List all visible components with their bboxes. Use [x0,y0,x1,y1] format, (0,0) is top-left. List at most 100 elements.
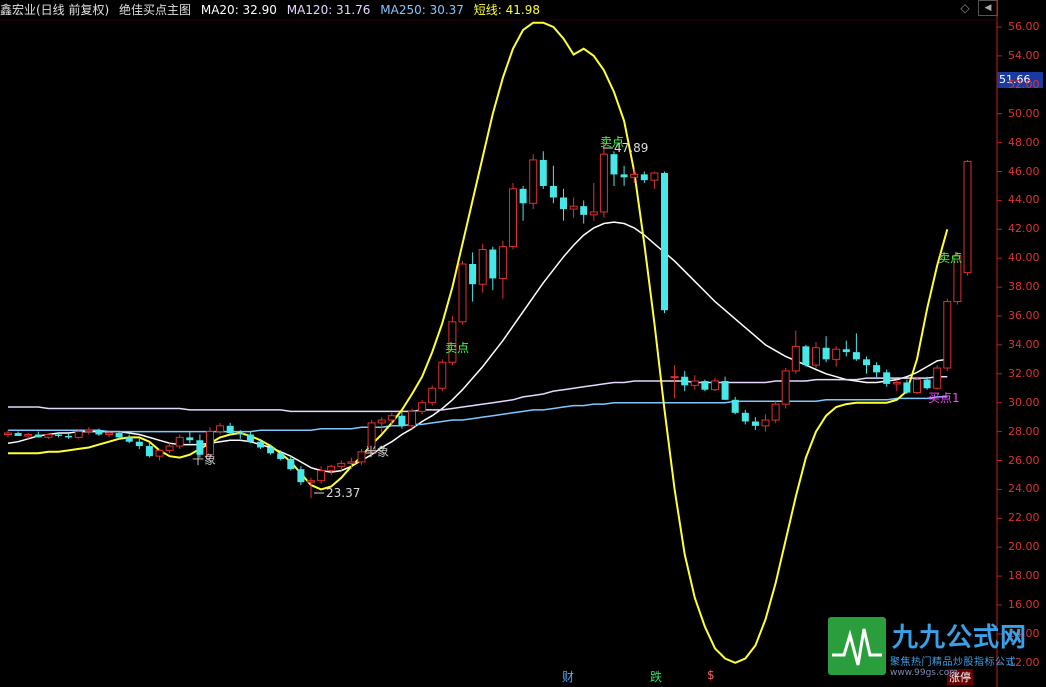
candle-body [297,469,305,483]
candle-body [186,437,194,441]
candle-body [549,185,557,198]
candle-body [963,160,972,274]
candle-body [105,432,113,435]
candle-body [832,348,841,360]
candlestick-chart[interactable]: 47.8923.37卖点卖点卖点十象半象买点1 [0,0,1046,687]
candle-body [226,425,234,434]
candle-body [65,435,73,438]
y-tick-label: 22.00 [1008,511,1040,525]
y-tick-label: 24.00 [1008,482,1040,496]
ma250-line [8,396,948,433]
candle-body [529,159,538,204]
y-tick-label: 32.00 [1008,366,1040,380]
y-tick-label: 48.00 [1008,135,1040,149]
candle-body [519,188,527,204]
candle-body [681,376,689,386]
candle-body [640,174,648,181]
candle-body [337,462,346,467]
candle-body [458,263,467,323]
logo-title: 九九公式网 [892,623,1028,653]
candle-body [236,433,244,435]
candle-body [398,415,406,426]
y-tick-label: 18.00 [1008,569,1040,583]
dollar-marker: $ [707,668,715,682]
candle-body [357,451,366,463]
candle-body [751,421,759,426]
candle-body [287,459,295,470]
candle-body [428,387,437,404]
candle-body [175,436,184,447]
candle-body [4,432,12,435]
candle-body [580,206,588,215]
y-tick-label: 34.00 [1008,337,1040,351]
y-tick-label: 44.00 [1008,193,1040,207]
candle-body [216,425,225,433]
candle-body [802,346,810,366]
y-tick-label: 40.00 [1008,251,1040,265]
candle-body [206,431,214,456]
candle-body [873,365,881,373]
low-price-label: 23.37 [326,486,360,500]
y-tick-label: 46.00 [1008,164,1040,178]
candle-body [267,447,275,454]
y-tick-label: 52.00 [1008,77,1040,91]
logo-url: www.99gs.com [890,668,959,678]
elephant-label-1: 十象 [192,453,216,467]
candle-body [44,433,53,438]
candle-body [277,453,285,460]
logo-pulse-icon [828,617,886,675]
buy-point-marker: 买点1 [928,391,960,405]
candle-body [135,441,143,447]
candle-body [539,159,547,186]
candle-body [257,441,264,448]
candle-body [771,403,780,421]
candle-body [408,410,416,427]
y-tick-label: 56.00 [1008,20,1040,33]
candle-body [418,402,427,412]
y-tick-label: 30.00 [1008,395,1040,409]
y-tick-label: 50.00 [1008,106,1040,120]
candle-body [589,211,598,216]
sell-signal-1: 卖点 [600,135,624,149]
y-tick-label: 54.00 [1008,48,1040,62]
candle-body [842,349,850,353]
candle-body [822,347,830,360]
candle-body [74,431,83,438]
y-tick-label: 42.00 [1008,222,1040,236]
y-tick-label: 28.00 [1008,424,1040,438]
y-tick-label: 36.00 [1008,309,1040,322]
candle-body [650,172,659,181]
candle-body [498,246,507,279]
candle-body [377,419,386,424]
candle-body [246,434,254,442]
candle-body [731,399,739,413]
candle-body [24,433,33,437]
candle-body [84,429,93,433]
candle-body [661,172,668,311]
candle-body [711,380,719,391]
site-logo: 九九公式网 聚焦热门精品炒股指标公式 www.99gs.com [828,617,1042,679]
sell-signal-3: 卖点 [938,251,962,265]
candle-body [741,412,749,422]
elephant-label-2: 半象 [365,445,389,459]
sell-signal-2: 卖点 [445,341,469,355]
candle-body [55,434,62,436]
candle-body [560,197,567,210]
candle-body [489,249,497,279]
candle-body [933,367,942,389]
y-tick-label: 20.00 [1008,540,1040,554]
candle-body [347,461,356,464]
candle-body [610,154,618,175]
candle-body [892,381,901,385]
candle-body [155,449,164,457]
candle-body [690,380,699,386]
candle-body [913,379,921,394]
candle-body [438,361,447,389]
candle-body [165,445,174,451]
candle-body [903,382,911,393]
candle-body [478,249,487,285]
candle-body [781,370,790,405]
candle-body [327,465,336,472]
candle-body [883,372,891,384]
y-tick-label: 38.00 [1008,280,1040,294]
